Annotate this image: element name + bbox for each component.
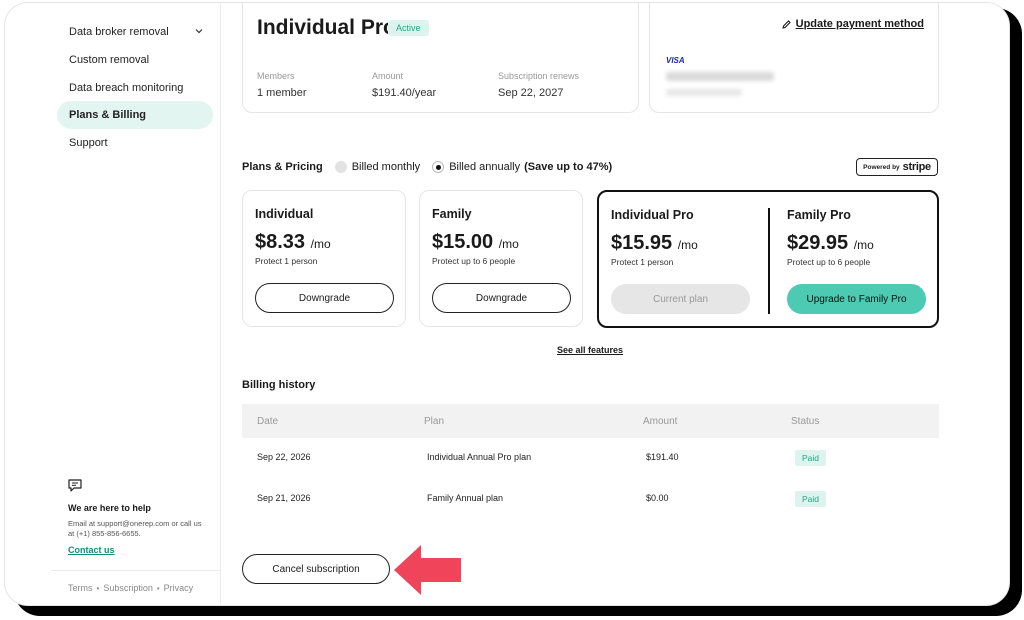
column-amount: Amount [643,416,678,427]
row-date: Sep 21, 2026 [257,493,311,503]
column-date: Date [257,416,279,427]
subscription-card: Individual Pro Active Members 1 member A… [242,3,639,113]
plan-title: Individual Pro [257,16,396,39]
plan-desc: Protect 1 person [255,256,318,266]
stripe-logo: stripe [902,161,931,173]
save-note: (Save up to 47%) [524,161,613,173]
price-value: $15.00 [432,231,494,253]
card-number-redacted [666,72,774,81]
visa-logo: VISA [666,56,685,65]
downgrade-family-button[interactable]: Downgrade [432,283,571,313]
arrow-left-icon [394,545,461,595]
plan-price: $29.95 /mo [787,232,874,255]
divider [51,570,221,571]
plan-name: Family [432,207,472,221]
plan-price: $15.95 /mo [611,232,698,255]
table-row: Sep 21, 2026 Family Annual plan $0.00 Pa… [242,481,939,521]
plan-name: Family Pro [787,208,851,222]
chat-icon [68,479,82,492]
card-expiry-redacted [666,89,742,96]
column-plan: Plan [424,416,445,427]
see-all-features-link[interactable]: See all features [557,345,623,355]
downgrade-individual-button[interactable]: Downgrade [255,283,394,313]
sidebar-item-data-breach-monitoring[interactable]: Data breach monitoring [57,74,213,102]
radio-billed-monthly[interactable] [334,161,347,173]
help-title: We are here to help [68,503,151,513]
sidebar-item-plans-billing[interactable]: Plans & Billing [57,101,213,129]
pricing-header: Plans & Pricing Billed monthly Billed an… [242,155,942,179]
billing-table-header: Date Plan Amount Status [242,404,939,438]
sidebar-item-label: Support [69,137,108,149]
current-plan-button: Current plan [611,284,750,314]
plan-card-family: Family $15.00 /mo Protect up to 6 people… [419,190,583,327]
column-status: Status [791,416,820,427]
subscription-link[interactable]: Subscription [103,583,153,593]
members-value: 1 member [257,87,307,99]
sidebar-item-custom-removal[interactable]: Custom removal [57,46,213,74]
plan-name: Individual Pro [611,208,694,222]
plan-divider [768,208,770,314]
table-row: Sep 22, 2026 Individual Annual Pro plan … [242,440,939,480]
price-unit: /mo [677,238,698,252]
billed-annually-label[interactable]: Billed annually [449,161,520,173]
status-badge: Active [388,20,429,36]
help-box: We are here to help Email at support@one… [68,479,208,558]
pencil-icon [781,19,791,29]
upgrade-family-pro-button[interactable]: Upgrade to Family Pro [787,284,926,314]
sidebar-item-label: Custom removal [69,54,150,66]
row-date: Sep 22, 2026 [257,452,311,462]
price-value: $15.95 [611,232,673,254]
row-plan: Family Annual plan [427,493,504,503]
price-value: $8.33 [255,231,306,253]
plan-card-pro-group: Individual Pro $15.95 /mo Protect 1 pers… [597,190,939,328]
sidebar-item-label: Data breach monitoring [69,82,184,94]
cancel-subscription-button[interactable]: Cancel subscription [242,554,390,584]
sidebar-item-support[interactable]: Support [57,129,213,157]
row-amount: $0.00 [646,493,669,503]
app-window: Data broker removal Custom removal Data … [4,2,1010,606]
amount-label: Amount [372,71,404,81]
amount-value: $191.40/year [372,87,437,99]
plan-desc: Protect 1 person [611,257,674,267]
plan-price: $15.00 /mo [432,231,519,254]
price-unit: /mo [498,237,519,251]
price-unit: /mo [853,238,874,252]
billed-monthly-label[interactable]: Billed monthly [352,161,420,173]
status-badge: Paid [795,491,827,507]
sidebar-item-label: Plans & Billing [69,109,147,121]
price-value: $29.95 [787,232,849,254]
members-label: Members [257,71,295,81]
terms-link[interactable]: Terms [68,583,93,593]
footer-links: Terms • Subscription • Privacy [68,583,193,593]
plan-card-individual: Individual $8.33 /mo Protect 1 person Do… [242,190,406,327]
plan-price: $8.33 /mo [255,231,331,254]
sidebar: Data broker removal Custom removal Data … [5,3,221,605]
contact-us-link[interactable]: Contact us [68,545,115,555]
row-amount: $191.40 [646,452,679,462]
price-unit: /mo [310,237,331,251]
privacy-link[interactable]: Privacy [164,583,194,593]
billing-history-title: Billing history [242,379,316,391]
chevron-down-icon[interactable] [195,27,203,35]
update-payment-link[interactable]: Update payment method [781,18,924,30]
sidebar-item-label: Data broker removal [69,26,169,38]
help-text: Email at support@onerep.com or call us a… [68,519,202,539]
update-payment-label: Update payment method [795,18,924,30]
plan-desc: Protect up to 6 people [432,256,516,266]
renews-label: Subscription renews [498,71,580,81]
separator-dot: • [96,583,100,593]
sidebar-item-data-broker-removal[interactable]: Data broker removal [57,18,213,46]
powered-by-label: Powered by [863,163,900,171]
row-plan: Individual Annual Pro plan [427,452,532,462]
pricing-title: Plans & Pricing [242,161,323,173]
separator-dot: • [156,583,160,593]
renews-value: Sep 22, 2027 [498,87,564,99]
plan-name: Individual [255,207,314,221]
status-badge: Paid [795,450,827,466]
stripe-badge: Powered by stripe [856,158,938,176]
plan-desc: Protect up to 6 people [787,257,871,267]
payment-card: Update payment method VISA [649,3,939,113]
radio-billed-annually[interactable] [432,161,445,173]
